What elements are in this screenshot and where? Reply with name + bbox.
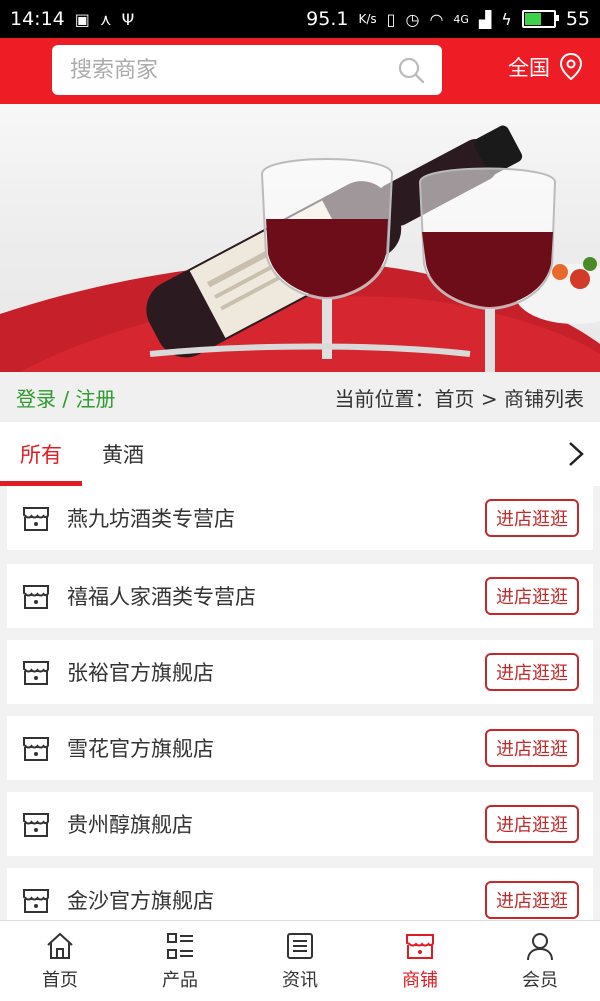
shop-name: 燕九坊酒类专营店 (67, 507, 235, 531)
shop-row[interactable]: 张裕官方旗舰店 进店逛逛 (7, 640, 593, 704)
breadcrumb: 当前位置：首页 > 商铺列表 (334, 386, 584, 411)
store-icon (23, 813, 49, 837)
store-icon (23, 661, 49, 685)
wine-banner-illustration (0, 125, 600, 372)
nav-home[interactable]: 首页 (0, 921, 120, 1001)
bottom-navigation: 首页 产品 资讯 商铺 会员 (0, 920, 600, 1001)
charging-icon: ϟ (501, 9, 512, 29)
tab-yellow-wine[interactable]: 黄酒 (82, 422, 164, 486)
login-register-link[interactable]: 登录 / 注册 (16, 383, 115, 412)
tab-all[interactable]: 所有 (0, 422, 82, 486)
network-type: 4G (453, 12, 469, 26)
shop-list: 燕九坊酒类专营店 进店逛逛 禧福人家酒类专营店 进店逛逛 张裕官方旗舰店 进店逛… (0, 486, 600, 920)
nav-member[interactable]: 会员 (480, 921, 600, 1001)
category-tabs: 所有 黄酒 (0, 422, 600, 486)
enter-shop-button[interactable]: 进店逛逛 (485, 577, 579, 615)
store-icon (23, 889, 49, 913)
search-input[interactable] (68, 56, 396, 84)
shop-name: 张裕官方旗舰店 (67, 661, 214, 685)
banner-image[interactable] (0, 104, 600, 372)
home-icon (47, 932, 73, 959)
location-pin-icon (559, 52, 583, 81)
status-bar: 14:14 ▣ ⋏ Ψ 95.1 K/s ▯ ◷ ◠ 4G ▟ ϟ 55 (0, 0, 600, 38)
nav-news-label: 资讯 (282, 970, 318, 991)
network-speed: 95.1 (306, 8, 349, 30)
store-icon (23, 507, 49, 531)
enter-shop-button[interactable]: 进店逛逛 (485, 499, 579, 537)
user-icon (527, 933, 553, 961)
enter-shop-button[interactable]: 进店逛逛 (485, 881, 579, 919)
chevron-right-icon[interactable] (566, 440, 586, 468)
shop-row[interactable]: 金沙官方旗舰店 进店逛逛 (7, 868, 593, 920)
nav-member-label: 会员 (522, 970, 558, 991)
nav-shops-label: 商铺 (402, 970, 438, 991)
enter-shop-button[interactable]: 进店逛逛 (485, 729, 579, 767)
signal-icon: ▟ (478, 9, 492, 29)
nav-shops[interactable]: 商铺 (360, 921, 480, 1001)
enter-shop-button[interactable]: 进店逛逛 (485, 805, 579, 843)
network-speed-unit: K/s (358, 12, 377, 26)
wifi-icon: ◠ (429, 9, 444, 29)
nav-products-label: 产品 (162, 970, 198, 991)
enter-shop-button[interactable]: 进店逛逛 (485, 653, 579, 691)
store-icon (23, 737, 49, 761)
shop-row[interactable]: 雪花官方旗舰店 进店逛逛 (7, 716, 593, 780)
share-icon: ⋏ (99, 9, 112, 29)
search-box[interactable] (52, 45, 442, 95)
news-icon (287, 933, 313, 959)
search-icon[interactable] (396, 55, 426, 85)
store-icon (23, 585, 49, 609)
region-label: 全国 (508, 56, 550, 80)
shop-row[interactable]: 燕九坊酒类专营店 进店逛逛 (7, 486, 593, 550)
region-selector[interactable]: 全国 (508, 52, 584, 82)
nav-products[interactable]: 产品 (120, 921, 240, 1001)
shop-icon (406, 934, 434, 959)
battery-icon (521, 10, 559, 28)
shop-name: 贵州醇旗舰店 (67, 813, 193, 837)
alarm-icon: ◷ (405, 9, 420, 29)
vibrate-icon: ▯ (386, 9, 396, 29)
nav-home-label: 首页 (42, 970, 78, 991)
location-bar: 登录 / 注册 当前位置：首页 > 商铺列表 (0, 372, 600, 422)
top-header: 全国 (0, 38, 600, 104)
usb-icon: Ψ (121, 9, 135, 29)
clock: 14:14 (10, 8, 65, 30)
product-grid-icon (167, 933, 193, 959)
shop-name: 禧福人家酒类专营店 (67, 585, 256, 609)
nav-news[interactable]: 资讯 (240, 921, 360, 1001)
battery-level: 55 (565, 8, 590, 30)
image-icon: ▣ (74, 9, 90, 29)
shop-row[interactable]: 贵州醇旗舰店 进店逛逛 (7, 792, 593, 856)
shop-name: 雪花官方旗舰店 (67, 737, 214, 761)
shop-row[interactable]: 禧福人家酒类专营店 进店逛逛 (7, 564, 593, 628)
shop-name: 金沙官方旗舰店 (67, 889, 214, 913)
